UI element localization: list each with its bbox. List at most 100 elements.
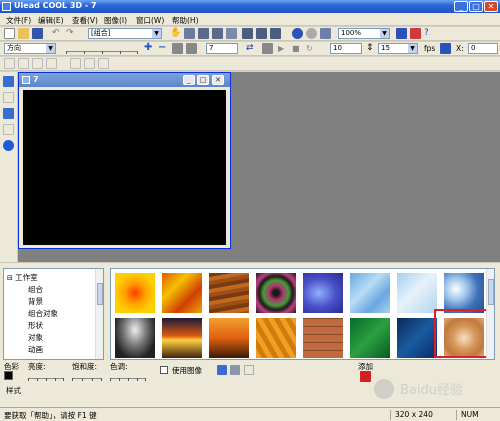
gallery-thumb[interactable] — [115, 318, 155, 358]
saturation-slider[interactable] — [72, 371, 102, 381]
gallery-thumb[interactable] — [303, 318, 343, 358]
help-icon[interactable]: ? — [424, 28, 435, 39]
gallery-thumb[interactable] — [209, 273, 249, 313]
smooth-icon[interactable] — [186, 43, 197, 54]
hue-slider[interactable] — [110, 371, 146, 381]
document-minimize-button[interactable]: _ — [183, 75, 195, 85]
align-center-icon[interactable] — [84, 58, 95, 69]
open-icon[interactable] — [18, 28, 29, 39]
brightness-slider[interactable] — [28, 371, 64, 381]
use-image-checkbox[interactable] — [160, 366, 168, 374]
menu-help[interactable]: 帮助(H) — [172, 15, 199, 26]
gallery-thumb[interactable] — [397, 273, 437, 313]
tree-item-shape[interactable]: 形状 — [28, 320, 43, 331]
save-icon[interactable] — [32, 28, 43, 39]
gallery-thumb[interactable] — [162, 318, 202, 358]
maximize-button[interactable]: □ — [469, 1, 483, 12]
gallery-scrollbar[interactable] — [486, 269, 494, 359]
redo-icon[interactable]: ↷ — [66, 28, 77, 39]
new-icon[interactable] — [4, 28, 15, 39]
fps-combo[interactable]: 15 ▼ — [378, 43, 418, 54]
text-bold-icon[interactable] — [32, 58, 43, 69]
stop-icon[interactable]: ■ — [292, 43, 303, 54]
insert-text-icon[interactable] — [3, 76, 14, 87]
zoom-combo[interactable]: 100% ▼ — [338, 28, 390, 39]
edit-text-icon[interactable] — [3, 92, 14, 103]
first-frame-icon[interactable] — [262, 43, 273, 54]
play-icon[interactable]: ▶ — [278, 43, 289, 54]
object-combo[interactable]: [组合] ▼ — [88, 28, 162, 39]
close-button[interactable]: ✕ — [484, 1, 498, 12]
frame-input[interactable]: 7 — [206, 43, 238, 54]
wizard-icon[interactable] — [396, 28, 407, 39]
tree-item-background[interactable]: 背景 — [28, 296, 43, 307]
gallery-thumb[interactable] — [350, 273, 390, 313]
menu-image[interactable]: 图像(I) — [104, 15, 127, 26]
background-gallery — [110, 268, 495, 360]
menu-window[interactable]: 窗口(W) — [136, 15, 164, 26]
transform-icon[interactable] — [440, 43, 451, 54]
status-help-text: 要获取「帮助」，请按 F1 键 — [4, 411, 97, 420]
menu-edit[interactable]: 编辑(E) — [38, 15, 64, 26]
tree-item-object[interactable]: 对象 — [28, 332, 43, 343]
edit-geometry-icon[interactable] — [3, 124, 14, 135]
insert-geometry-icon[interactable] — [3, 108, 14, 119]
menu-file[interactable]: 文件(F) — [6, 15, 31, 26]
gallery-thumb[interactable] — [162, 273, 202, 313]
gallery-thumb[interactable] — [256, 318, 296, 358]
loop-icon[interactable]: ⇄ — [246, 43, 257, 54]
tips-icon[interactable] — [410, 28, 421, 39]
undo-icon[interactable]: ↶ — [52, 28, 63, 39]
tree-scrollbar[interactable] — [95, 269, 103, 359]
camera-icon[interactable] — [306, 28, 317, 39]
reverse-icon[interactable] — [172, 43, 183, 54]
tree-item-studio[interactable]: ⊟ 工作室 — [7, 272, 38, 283]
color-swatch[interactable] — [4, 371, 13, 380]
x-input[interactable]: 0 — [468, 43, 498, 54]
align-icon[interactable] — [270, 28, 281, 39]
gallery-thumb[interactable] — [444, 273, 484, 313]
rotate-icon[interactable] — [184, 28, 195, 39]
gallery-thumb[interactable] — [397, 318, 437, 358]
style-label: 样式 — [6, 386, 21, 395]
document-maximize-button[interactable]: □ — [197, 75, 209, 85]
minimize-button[interactable]: _ — [454, 1, 468, 12]
text-style-icon[interactable] — [4, 58, 15, 69]
view-icon[interactable] — [320, 28, 331, 39]
timeline-slider[interactable] — [66, 44, 138, 54]
text-italic-icon[interactable] — [46, 58, 57, 69]
move-icon[interactable] — [198, 28, 209, 39]
image-folder-icon[interactable] — [217, 365, 227, 375]
gallery-thumb[interactable] — [209, 318, 249, 358]
gallery-thumb[interactable] — [256, 273, 296, 313]
remove-keyframe-icon[interactable]: − — [158, 43, 169, 54]
window-title: Ulead COOL 3D - 7 — [14, 1, 97, 10]
group-icon[interactable] — [256, 28, 267, 39]
bevel-icon[interactable] — [226, 28, 237, 39]
canvas[interactable] — [23, 90, 226, 245]
tree-item-group-object[interactable]: 组合对象 — [28, 308, 58, 319]
document-window: 7 _ □ ✕ — [18, 72, 231, 249]
object-icon[interactable] — [242, 28, 253, 39]
align-right-icon[interactable] — [98, 58, 109, 69]
tree-item-group[interactable]: 组合 — [28, 284, 43, 295]
insert-shape-icon[interactable] — [3, 140, 14, 151]
fps-icon: ⇕ — [366, 43, 374, 53]
resize-icon[interactable] — [212, 28, 223, 39]
gallery-thumb[interactable] — [350, 318, 390, 358]
loop-play-icon[interactable]: ↻ — [306, 43, 317, 54]
image-reset-icon[interactable] — [244, 365, 254, 375]
frames-input[interactable]: 10 — [330, 43, 362, 54]
gallery-thumb[interactable] — [115, 273, 155, 313]
add-keyframe-icon[interactable]: ✚ — [144, 43, 155, 54]
gallery-thumb[interactable] — [303, 273, 343, 313]
document-close-button[interactable]: ✕ — [212, 75, 224, 85]
mode-combo[interactable]: 方向 ▼ — [4, 43, 56, 54]
hand-icon[interactable]: ✋ — [170, 28, 181, 39]
text-size-icon[interactable] — [18, 58, 29, 69]
light-icon[interactable] — [292, 28, 303, 39]
tree-item-animation[interactable]: 动画 — [28, 344, 43, 355]
align-left-icon[interactable] — [70, 58, 81, 69]
menu-view[interactable]: 查看(V) — [72, 15, 98, 26]
image-edit-icon[interactable] — [230, 365, 240, 375]
